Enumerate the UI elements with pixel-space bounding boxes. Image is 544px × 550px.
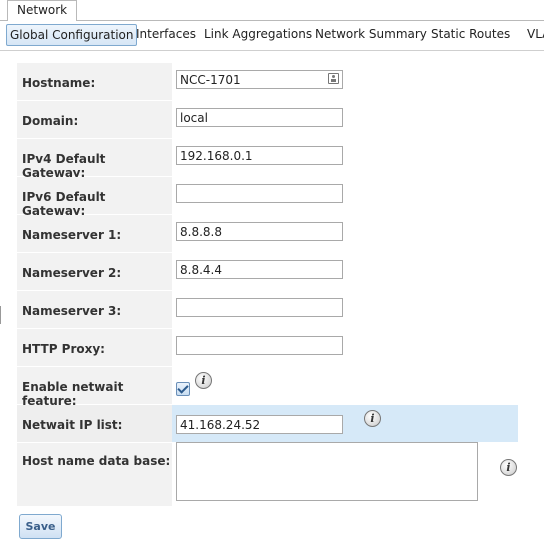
ipv4-gateway-cell xyxy=(172,139,518,176)
ipv6-gateway-cell xyxy=(172,177,518,214)
hostname-wrapper xyxy=(176,70,343,89)
ipv6-gateway-input[interactable] xyxy=(176,184,343,203)
tab-network[interactable]: Network xyxy=(7,0,77,21)
tab-link-aggregations[interactable]: Link Aggregations xyxy=(201,24,315,46)
hostname-label: Hostname: xyxy=(17,63,172,100)
nameserver-1-cell xyxy=(172,215,518,252)
netwait-enable-checkbox[interactable] xyxy=(176,382,190,396)
netwait-enable-cell: i xyxy=(172,367,518,404)
info-icon[interactable]: i xyxy=(500,459,517,476)
domain-cell xyxy=(172,101,518,138)
left-edge-marker xyxy=(0,306,1,324)
http-proxy-cell xyxy=(172,329,518,366)
tab-global-configuration[interactable]: Global Configuration xyxy=(6,24,138,46)
info-icon[interactable]: i xyxy=(364,410,381,427)
form-row-nameserver-1: Nameserver 1: xyxy=(17,215,518,253)
hostname-cell xyxy=(172,63,518,100)
nameserver-3-input[interactable] xyxy=(176,298,343,317)
nameserver-3-label: Nameserver 3: xyxy=(17,291,172,328)
ipv6-gateway-label: IPv6 Default Gateway: xyxy=(17,177,172,218)
info-icon[interactable]: i xyxy=(195,372,212,389)
tab-vlans[interactable]: VLA xyxy=(524,24,544,46)
netwait-ip-list-input[interactable] xyxy=(176,415,343,434)
save-button[interactable]: Save xyxy=(19,514,62,539)
form-row-domain: Domain: xyxy=(17,101,518,139)
http-proxy-label: HTTP Proxy: xyxy=(17,329,172,366)
form-row-ipv4-gateway: IPv4 Default Gateway: xyxy=(17,139,518,180)
form-row-hosts-db: Host name data base: i xyxy=(17,442,518,506)
form-row-ipv6-gateway: IPv6 Default Gateway: xyxy=(17,177,518,218)
domain-input[interactable] xyxy=(176,108,343,127)
hostname-input[interactable] xyxy=(176,70,343,89)
subtab-divider xyxy=(0,50,544,51)
tab-network-label: Network xyxy=(17,3,68,17)
global-configuration-form: Hostname: Domain: IPv4 Default Gateway: … xyxy=(17,63,519,506)
form-row-http-proxy: HTTP Proxy: xyxy=(17,329,518,367)
tab-interfaces[interactable]: Interfaces xyxy=(133,24,199,46)
form-row-nameserver-2: Nameserver 2: xyxy=(17,253,518,291)
nameserver-2-input[interactable] xyxy=(176,260,343,279)
netwait-ip-list-label: Netwait IP list: xyxy=(17,405,172,442)
netwait-enable-label: Enable netwait feature: xyxy=(17,367,172,408)
hosts-db-textarea[interactable] xyxy=(176,442,478,501)
tab-static-routes[interactable]: Static Routes xyxy=(428,24,513,46)
domain-label: Domain: xyxy=(17,101,172,138)
subtab-bar: Global Configuration Interfaces Link Agg… xyxy=(0,21,544,50)
tab-network-summary[interactable]: Network Summary xyxy=(312,24,430,46)
hosts-db-cell: i xyxy=(172,442,518,506)
form-row-nameserver-3: Nameserver 3: xyxy=(17,291,518,329)
form-row-netwait-ip-list: Netwait IP list: i xyxy=(17,405,518,443)
hosts-db-label: Host name data base: xyxy=(17,443,172,506)
contact-card-icon[interactable] xyxy=(328,73,339,84)
http-proxy-input[interactable] xyxy=(176,336,343,355)
nameserver-2-cell xyxy=(172,253,518,290)
ipv4-gateway-input[interactable] xyxy=(176,146,343,165)
nameserver-3-cell xyxy=(172,291,518,328)
form-row-hostname: Hostname: xyxy=(17,63,518,101)
nameserver-1-label: Nameserver 1: xyxy=(17,215,172,252)
nameserver-1-input[interactable] xyxy=(176,222,343,241)
netwait-ip-list-cell: i xyxy=(172,405,518,442)
form-row-netwait-enable: Enable netwait feature: i xyxy=(17,367,518,408)
ipv4-gateway-label: IPv4 Default Gateway: xyxy=(17,139,172,180)
nameserver-2-label: Nameserver 2: xyxy=(17,253,172,290)
